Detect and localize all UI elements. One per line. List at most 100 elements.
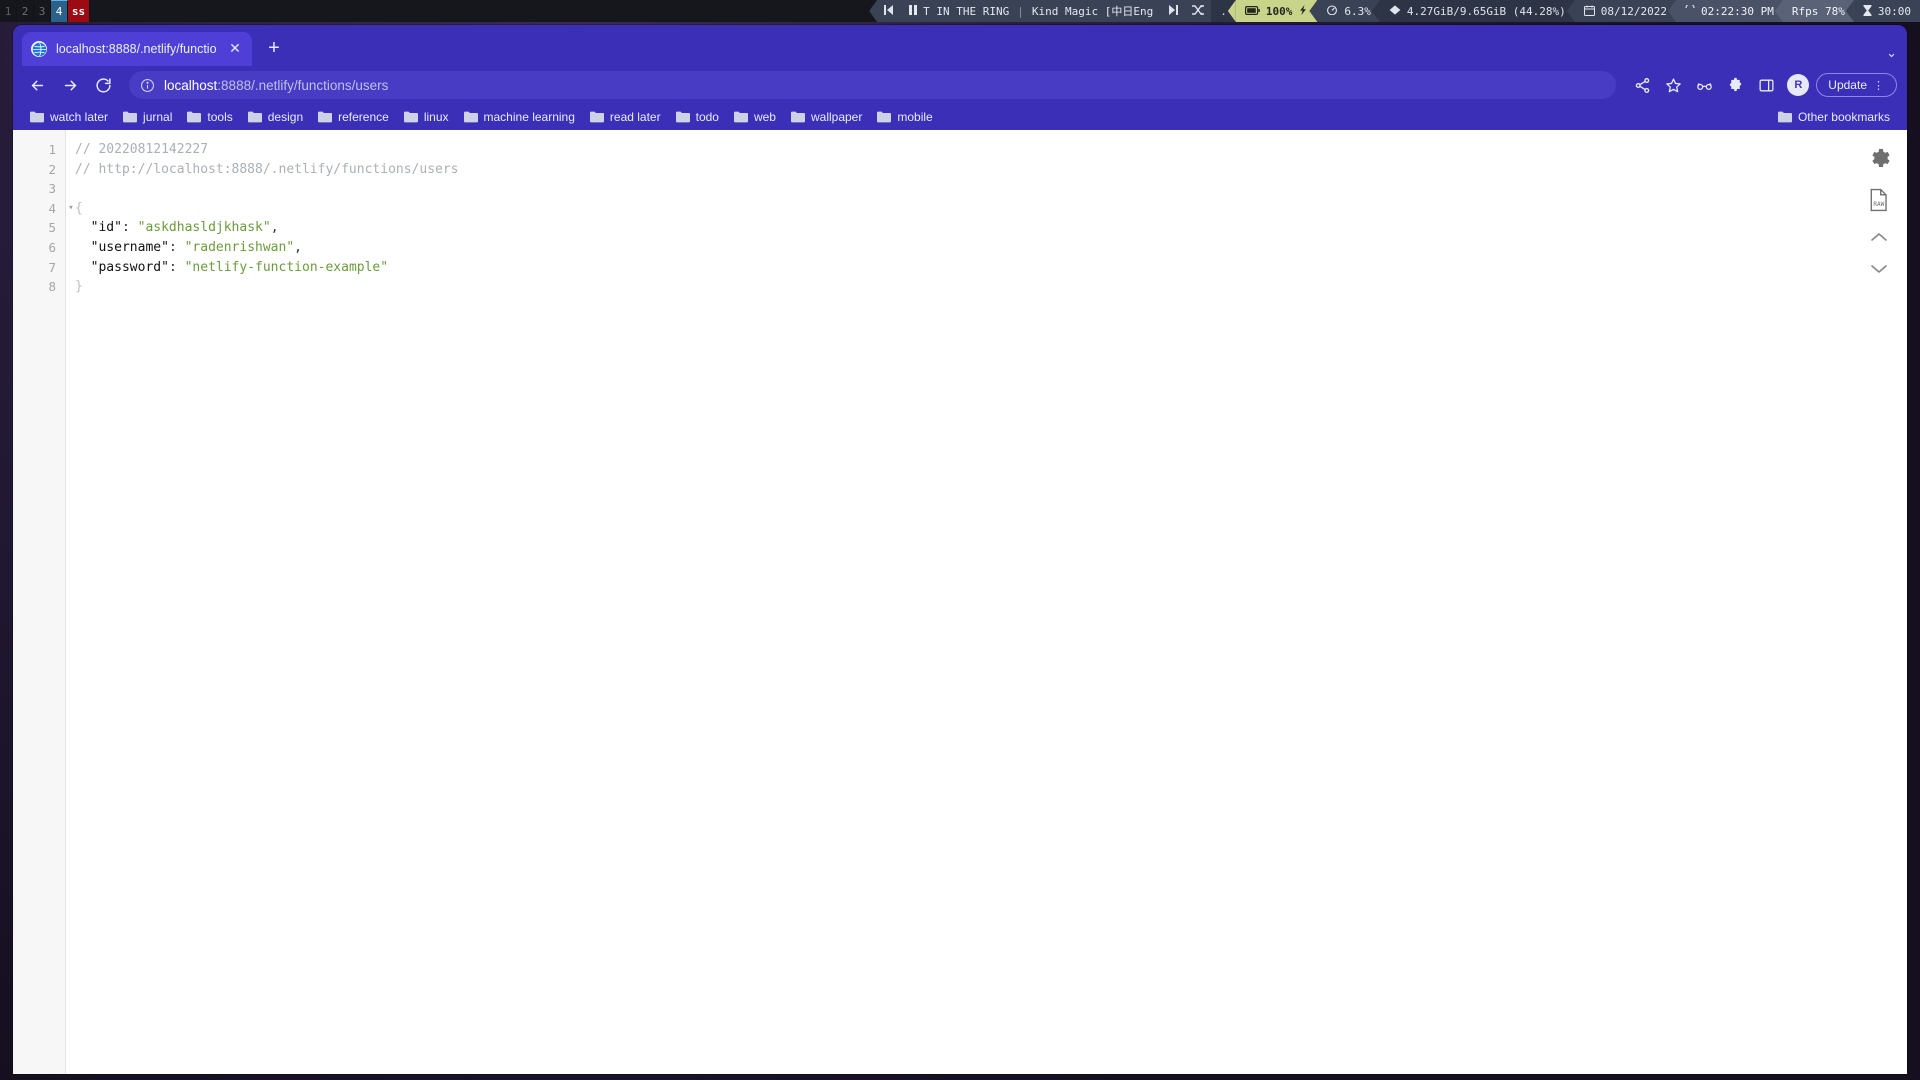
folder-icon [463,111,478,123]
bookmark-label: machine learning [483,110,575,124]
media-track-title: T IN THE RING [923,4,1010,18]
raw-label: RAW [1873,201,1884,208]
bookmark-label: web [753,110,776,124]
share-button[interactable] [1628,71,1656,99]
media-shuffle-button[interactable] [1185,0,1212,22]
chevron-up-icon[interactable] [1869,230,1889,244]
bookmark-reference[interactable]: reference [311,107,396,127]
folder-icon [187,111,202,123]
media-next-button[interactable] [1162,0,1186,22]
reload-button[interactable] [89,71,117,99]
code-line: "password": "netlify-function-example" [75,258,1907,278]
code-line: "username": "radenrishwan", [75,238,1907,258]
bookmark-label: design [267,110,304,124]
json-comma: , [294,239,302,255]
update-button[interactable]: Update ⋮ [1816,73,1897,97]
bookmark-star-icon[interactable] [1659,71,1687,99]
globe-icon [31,41,47,57]
browser-tab[interactable]: localhost:8888/.netlify/functio ✕ [22,32,252,66]
back-button[interactable] [23,71,51,99]
timer-module[interactable]: 30:00 [1853,0,1920,22]
shuffle-icon [1192,5,1205,17]
folder-icon [877,111,892,123]
forward-button[interactable] [56,71,84,99]
hourglass-icon [1863,4,1872,18]
url-text: localhost:8888/.netlify/functions/users [164,78,388,93]
time-module[interactable]: 02:22:30 PM [1676,0,1783,22]
fps-value: Rfps 78% [1791,4,1845,18]
media-prev-button[interactable] [877,0,901,22]
workspace-1[interactable]: 1 [0,0,17,22]
toolbar-actions: R Update ⋮ [1628,71,1897,99]
workspace-3[interactable]: 3 [34,0,51,22]
cpu-module[interactable]: 6.3% [1317,0,1380,22]
raw-document-icon[interactable]: RAW [1867,188,1891,212]
date-value: 08/12/2022 [1600,4,1668,18]
line-number: 6 [48,239,56,255]
bookmark-mobile[interactable]: mobile [870,107,939,127]
bookmark-watch-later[interactable]: watch later [23,107,115,127]
chevron-down-icon[interactable]: ⌄ [1886,45,1897,61]
folder-icon [675,111,690,123]
date-module[interactable]: 08/12/2022 [1574,0,1677,22]
bookmark-label: todo [695,110,719,124]
json-key-username: "username" [90,239,169,255]
address-bar[interactable]: localhost:8888/.netlify/functions/users [129,71,1617,99]
side-panel-icon[interactable] [1752,71,1780,99]
status-bar: 1 2 3 4 ss T IN THE RING | Kind Magic [中… [0,0,1920,22]
json-value-username: "radenrishwan" [184,239,295,255]
bookmark-design[interactable]: design [241,107,310,127]
avatar[interactable]: R [1787,74,1810,96]
system-modules: 100% 6.3% 4.27GiB/9.65GiB (44.28%) 08/12… [1235,0,1920,22]
bookmark-linux[interactable]: linux [397,107,456,127]
gear-icon[interactable] [1867,146,1891,170]
bookmark-jurnal[interactable]: jurnal [116,107,179,127]
glasses-icon[interactable] [1690,71,1718,99]
json-viewer: 1 2 3 4 ▾ 5 6 7 8 // 20220812142227 // h… [13,130,1907,1074]
bookmark-label: wallpaper [810,110,863,124]
media-track-info[interactable]: T IN THE RING | Kind Magic [中日Eng [900,0,1163,22]
bookmark-read-later[interactable]: read later [583,107,668,127]
media-separator: | [1017,4,1024,18]
bookmarks-bar: watch later jurnal tools design referenc… [13,104,1907,130]
battery-module[interactable]: 100% [1235,0,1318,22]
code-line: // http://localhost:8888/.netlify/functi… [75,160,1907,180]
close-icon[interactable]: ✕ [227,41,243,57]
bookmark-todo[interactable]: todo [669,107,726,127]
puzzle-icon[interactable] [1721,71,1749,99]
other-bookmarks[interactable]: Other bookmarks [1771,107,1897,127]
json-value-password: "netlify-function-example" [184,259,389,275]
folder-icon [30,111,44,123]
kebab-menu-icon[interactable]: ⋮ [1873,79,1885,92]
info-circle-icon[interactable] [140,78,155,93]
chevron-down-icon[interactable] [1869,262,1889,276]
folder-icon [247,111,262,123]
brace-close: } [75,279,83,295]
memory-module[interactable]: 4.27GiB/9.65GiB (44.28%) [1379,0,1575,22]
bookmark-label: linux [423,110,449,124]
line-number-label: 4 [48,200,56,216]
folder-icon [790,111,805,123]
workspace-4-active[interactable]: 4 [51,0,68,22]
fps-module[interactable]: Rfps 78% [1782,0,1854,22]
url-host: localhost [164,77,218,93]
timer-value: 30:00 [1877,4,1911,18]
bookmark-web[interactable]: web [727,107,783,127]
speedometer-icon [1326,5,1338,17]
bookmark-label: watch later [50,110,109,124]
workspace-2[interactable]: 2 [17,0,34,22]
bookmark-wallpaper[interactable]: wallpaper [784,107,869,127]
other-bookmarks-label: Other bookmarks [1797,110,1890,124]
code-area[interactable]: // 20220812142227 // http://localhost:88… [66,130,1907,1074]
cpu-percent: 6.3% [1344,4,1371,18]
bookmark-machine-learning[interactable]: machine learning [457,107,582,127]
workspace-label: 4 [55,5,63,18]
folder-icon [123,111,138,123]
bookmark-tools[interactable]: tools [180,107,239,127]
comment-timestamp: // 20220812142227 [75,142,209,157]
line-number: 7 [48,259,56,275]
workspace-ss-urgent[interactable]: ss [68,0,90,22]
time-value: 02:22:30 PM [1701,4,1774,18]
brace-open: { [75,200,83,216]
new-tab-button[interactable]: + [260,35,288,63]
